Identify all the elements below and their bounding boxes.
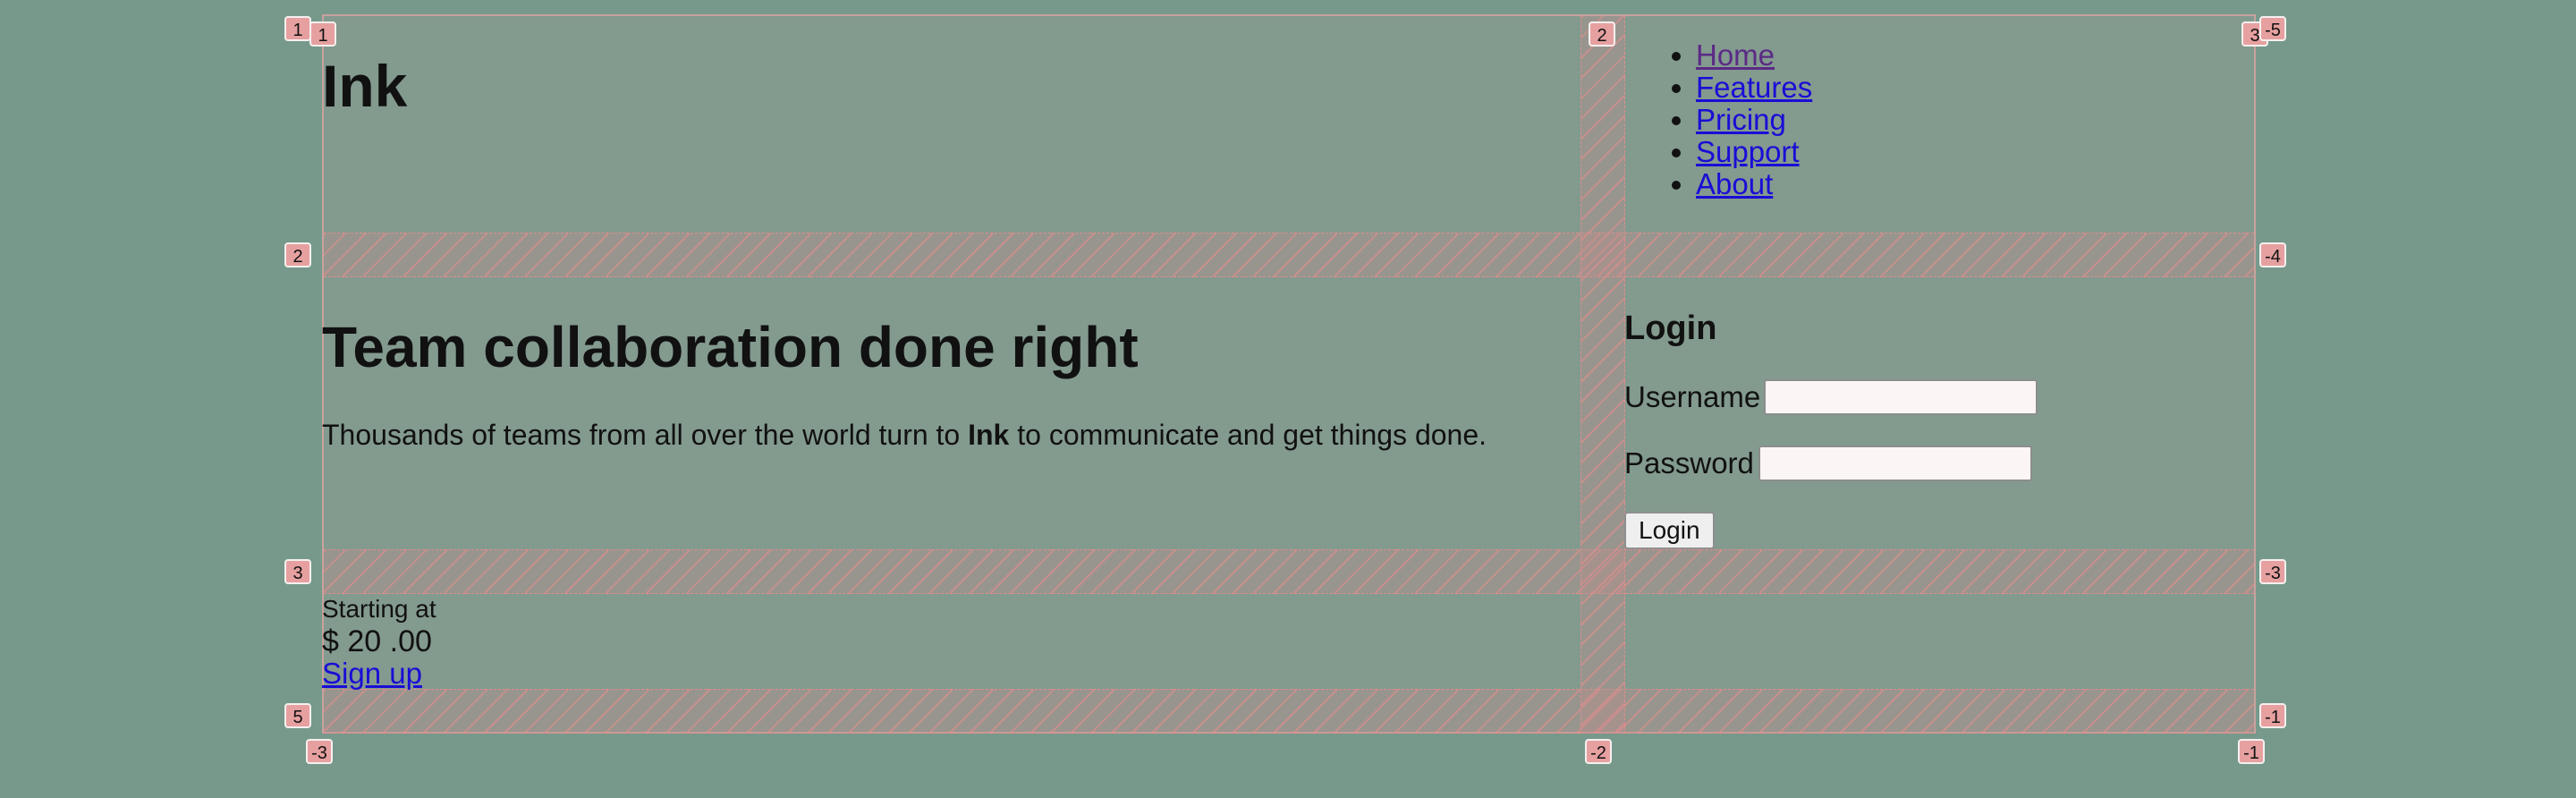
- col-line-badge-bottom-2: -2: [1585, 739, 1612, 764]
- row-line-badge-right-2: -4: [2259, 242, 2286, 267]
- row-line-badge-right-3: -3: [2259, 559, 2286, 584]
- nav-item-pricing: Pricing: [1696, 104, 1812, 136]
- password-label: Password: [1624, 446, 1754, 480]
- row-line-badge-left-5: 5: [284, 703, 311, 728]
- sign-up-link[interactable]: Sign up: [322, 657, 422, 691]
- row-line-badge-right-1: -5: [2259, 16, 2286, 41]
- price-cents: .00: [389, 624, 432, 658]
- site-title: Ink: [322, 53, 408, 119]
- starting-at-label: Starting at: [322, 595, 436, 623]
- nav-item-about: About: [1696, 168, 1812, 200]
- price: $ 20 .00: [322, 624, 432, 658]
- row-line-badge-right-5: -1: [2259, 703, 2286, 728]
- nav-link-about[interactable]: About: [1696, 167, 1773, 200]
- price-currency: $: [322, 624, 339, 658]
- hero-text-end: to communicate and get things done.: [1009, 419, 1487, 451]
- main-nav: Home Features Pricing Support About: [1658, 39, 1812, 200]
- hero-title: Team collaboration done right: [322, 315, 1139, 379]
- hero-text-start: Thousands of teams from all over the wor…: [322, 419, 969, 451]
- username-label: Username: [1624, 380, 1761, 413]
- nav-link-support[interactable]: Support: [1696, 135, 1800, 168]
- row-gap-3: [324, 689, 2254, 734]
- col-line-badge-top-2: 2: [1589, 21, 1615, 47]
- username-input[interactable]: [1764, 379, 2038, 415]
- nav-link-pricing[interactable]: Pricing: [1696, 103, 1786, 136]
- login-title: Login: [1624, 310, 1717, 347]
- password-input[interactable]: [1758, 446, 2032, 481]
- row-line-badge-left-3: 3: [284, 559, 311, 584]
- nav-link-features[interactable]: Features: [1696, 71, 1812, 104]
- col-line-badge-bottom-1: -3: [306, 739, 333, 764]
- nav-link-home[interactable]: Home: [1696, 38, 1775, 72]
- row-line-badge-left-2: 2: [284, 242, 311, 267]
- col-line-badge-bottom-3: -1: [2238, 739, 2265, 764]
- column-gap: [1580, 16, 1625, 734]
- hero-brand-name: Ink: [968, 419, 1010, 451]
- row-gap-2: [324, 549, 2254, 594]
- nav-item-features: Features: [1696, 72, 1812, 104]
- row-gap-1: [324, 233, 2254, 277]
- nav-item-support: Support: [1696, 136, 1812, 168]
- hero-description: Thousands of teams from all over the wor…: [322, 415, 1487, 454]
- nav-item-home: Home: [1696, 39, 1812, 72]
- login-button[interactable]: Login: [1624, 512, 1715, 549]
- price-amount: 20: [347, 624, 382, 658]
- row-line-badge-top-1: 1: [284, 16, 311, 41]
- col-line-badge-top-1: 1: [309, 21, 336, 47]
